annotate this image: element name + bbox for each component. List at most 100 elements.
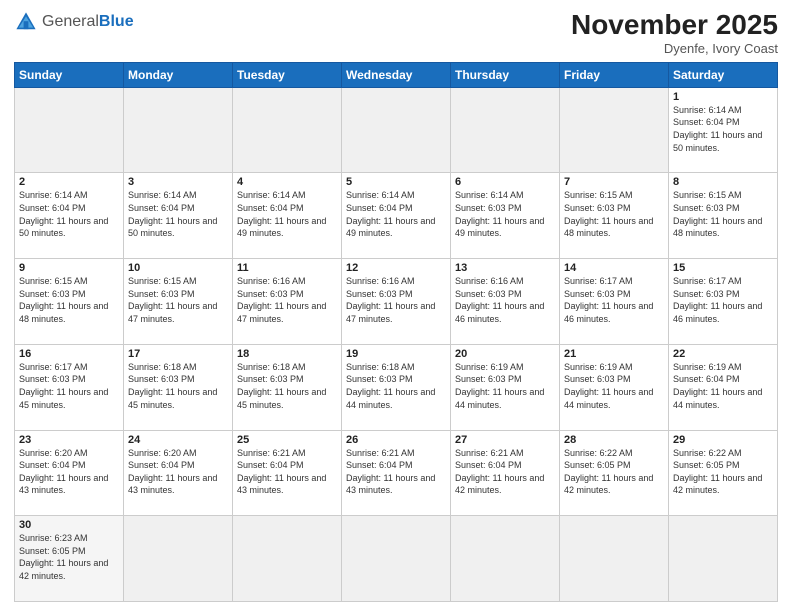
page: GeneralBlue November 2025 Dyenfe, Ivory … [0,0,792,612]
calendar-cell: 21Sunrise: 6:19 AMSunset: 6:03 PMDayligh… [560,344,669,430]
weekday-header-wednesday: Wednesday [342,62,451,87]
day-info: Sunrise: 6:21 AMSunset: 6:04 PMDaylight:… [346,447,446,497]
day-info: Sunrise: 6:18 AMSunset: 6:03 PMDaylight:… [346,361,446,411]
day-number: 8 [673,176,773,188]
day-number: 6 [455,176,555,188]
day-info: Sunrise: 6:21 AMSunset: 6:04 PMDaylight:… [237,447,337,497]
day-number: 1 [673,91,773,103]
calendar-cell: 18Sunrise: 6:18 AMSunset: 6:03 PMDayligh… [233,344,342,430]
calendar-cell: 16Sunrise: 6:17 AMSunset: 6:03 PMDayligh… [15,344,124,430]
day-number: 25 [237,434,337,446]
day-number: 5 [346,176,446,188]
day-number: 16 [19,348,119,360]
calendar-cell: 8Sunrise: 6:15 AMSunset: 6:03 PMDaylight… [669,173,778,259]
day-info: Sunrise: 6:14 AMSunset: 6:04 PMDaylight:… [346,189,446,239]
day-info: Sunrise: 6:15 AMSunset: 6:03 PMDaylight:… [564,189,664,239]
calendar-cell: 12Sunrise: 6:16 AMSunset: 6:03 PMDayligh… [342,259,451,345]
calendar-cell [15,87,124,173]
logo-general: General [42,13,99,30]
calendar-cell: 5Sunrise: 6:14 AMSunset: 6:04 PMDaylight… [342,173,451,259]
week-row-4: 23Sunrise: 6:20 AMSunset: 6:04 PMDayligh… [15,430,778,516]
day-number: 21 [564,348,664,360]
calendar-cell: 13Sunrise: 6:16 AMSunset: 6:03 PMDayligh… [451,259,560,345]
calendar-cell: 28Sunrise: 6:22 AMSunset: 6:05 PMDayligh… [560,430,669,516]
logo-icon [14,10,38,34]
calendar-cell: 3Sunrise: 6:14 AMSunset: 6:04 PMDaylight… [124,173,233,259]
calendar-cell: 17Sunrise: 6:18 AMSunset: 6:03 PMDayligh… [124,344,233,430]
day-number: 27 [455,434,555,446]
day-number: 2 [19,176,119,188]
location-subtitle: Dyenfe, Ivory Coast [571,41,778,56]
calendar-table: SundayMondayTuesdayWednesdayThursdayFrid… [14,62,778,602]
day-number: 17 [128,348,228,360]
day-info: Sunrise: 6:22 AMSunset: 6:05 PMDaylight:… [673,447,773,497]
calendar-cell: 29Sunrise: 6:22 AMSunset: 6:05 PMDayligh… [669,430,778,516]
calendar-cell: 7Sunrise: 6:15 AMSunset: 6:03 PMDaylight… [560,173,669,259]
day-info: Sunrise: 6:17 AMSunset: 6:03 PMDaylight:… [564,275,664,325]
calendar-cell [233,87,342,173]
day-number: 11 [237,262,337,274]
day-info: Sunrise: 6:16 AMSunset: 6:03 PMDaylight:… [455,275,555,325]
day-number: 20 [455,348,555,360]
weekday-header-saturday: Saturday [669,62,778,87]
day-info: Sunrise: 6:14 AMSunset: 6:04 PMDaylight:… [128,189,228,239]
header: GeneralBlue November 2025 Dyenfe, Ivory … [14,10,778,56]
day-info: Sunrise: 6:14 AMSunset: 6:04 PMDaylight:… [673,104,773,154]
calendar-cell [451,516,560,602]
title-block: November 2025 Dyenfe, Ivory Coast [571,10,778,56]
calendar-cell: 24Sunrise: 6:20 AMSunset: 6:04 PMDayligh… [124,430,233,516]
logo: GeneralBlue [14,10,134,34]
calendar-cell: 22Sunrise: 6:19 AMSunset: 6:04 PMDayligh… [669,344,778,430]
calendar-cell: 1Sunrise: 6:14 AMSunset: 6:04 PMDaylight… [669,87,778,173]
week-row-2: 9Sunrise: 6:15 AMSunset: 6:03 PMDaylight… [15,259,778,345]
day-info: Sunrise: 6:15 AMSunset: 6:03 PMDaylight:… [19,275,119,325]
calendar-cell: 2Sunrise: 6:14 AMSunset: 6:04 PMDaylight… [15,173,124,259]
day-info: Sunrise: 6:16 AMSunset: 6:03 PMDaylight:… [346,275,446,325]
day-number: 23 [19,434,119,446]
calendar-cell: 23Sunrise: 6:20 AMSunset: 6:04 PMDayligh… [15,430,124,516]
week-row-0: 1Sunrise: 6:14 AMSunset: 6:04 PMDaylight… [15,87,778,173]
calendar-cell [124,516,233,602]
day-info: Sunrise: 6:19 AMSunset: 6:04 PMDaylight:… [673,361,773,411]
day-info: Sunrise: 6:14 AMSunset: 6:03 PMDaylight:… [455,189,555,239]
logo-blue: Blue [99,13,134,30]
day-number: 26 [346,434,446,446]
day-number: 24 [128,434,228,446]
day-number: 19 [346,348,446,360]
calendar-cell [124,87,233,173]
calendar-cell [560,87,669,173]
calendar-cell: 15Sunrise: 6:17 AMSunset: 6:03 PMDayligh… [669,259,778,345]
day-info: Sunrise: 6:18 AMSunset: 6:03 PMDaylight:… [237,361,337,411]
calendar-cell [560,516,669,602]
day-number: 7 [564,176,664,188]
day-info: Sunrise: 6:16 AMSunset: 6:03 PMDaylight:… [237,275,337,325]
day-info: Sunrise: 6:14 AMSunset: 6:04 PMDaylight:… [19,189,119,239]
calendar-body: 1Sunrise: 6:14 AMSunset: 6:04 PMDaylight… [15,87,778,601]
day-number: 9 [19,262,119,274]
calendar-cell: 4Sunrise: 6:14 AMSunset: 6:04 PMDaylight… [233,173,342,259]
day-number: 10 [128,262,228,274]
calendar-cell: 30Sunrise: 6:23 AMSunset: 6:05 PMDayligh… [15,516,124,602]
calendar-cell: 20Sunrise: 6:19 AMSunset: 6:03 PMDayligh… [451,344,560,430]
weekday-header-monday: Monday [124,62,233,87]
day-info: Sunrise: 6:15 AMSunset: 6:03 PMDaylight:… [128,275,228,325]
day-info: Sunrise: 6:19 AMSunset: 6:03 PMDaylight:… [455,361,555,411]
day-info: Sunrise: 6:18 AMSunset: 6:03 PMDaylight:… [128,361,228,411]
day-number: 30 [19,519,119,531]
day-info: Sunrise: 6:15 AMSunset: 6:03 PMDaylight:… [673,189,773,239]
calendar-cell [233,516,342,602]
calendar-cell [342,87,451,173]
day-number: 14 [564,262,664,274]
week-row-1: 2Sunrise: 6:14 AMSunset: 6:04 PMDaylight… [15,173,778,259]
day-info: Sunrise: 6:21 AMSunset: 6:04 PMDaylight:… [455,447,555,497]
weekday-header-friday: Friday [560,62,669,87]
day-number: 12 [346,262,446,274]
weekday-header-sunday: Sunday [15,62,124,87]
calendar-cell [342,516,451,602]
calendar-cell: 6Sunrise: 6:14 AMSunset: 6:03 PMDaylight… [451,173,560,259]
day-info: Sunrise: 6:20 AMSunset: 6:04 PMDaylight:… [19,447,119,497]
day-info: Sunrise: 6:19 AMSunset: 6:03 PMDaylight:… [564,361,664,411]
week-row-5: 30Sunrise: 6:23 AMSunset: 6:05 PMDayligh… [15,516,778,602]
day-number: 3 [128,176,228,188]
weekday-header-row: SundayMondayTuesdayWednesdayThursdayFrid… [15,62,778,87]
